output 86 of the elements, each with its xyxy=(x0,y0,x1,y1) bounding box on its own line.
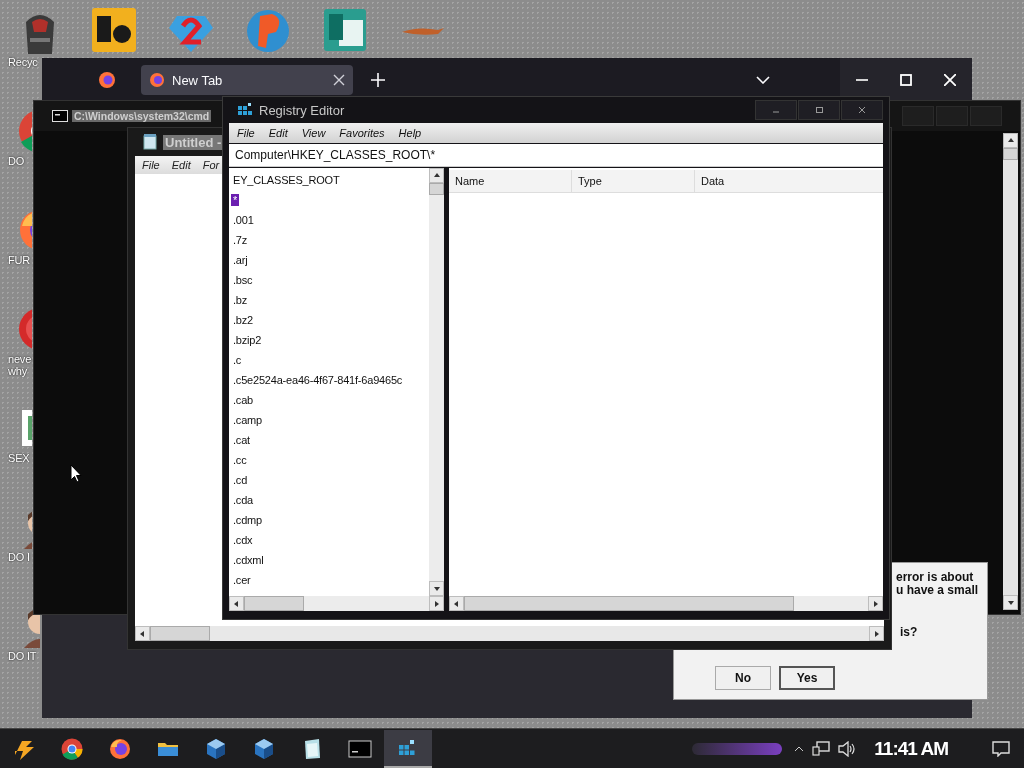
tree-item[interactable]: .bz2 xyxy=(231,314,255,326)
registry-icon xyxy=(237,102,253,118)
tree-item[interactable]: .cdmp xyxy=(231,514,264,526)
scrollbar[interactable] xyxy=(229,596,444,611)
tree-item[interactable]: .cdx xyxy=(231,534,255,546)
chrome-icon xyxy=(60,737,84,761)
tree-item[interactable]: .cer xyxy=(231,574,253,586)
notification-icon[interactable] xyxy=(992,741,1010,757)
tree-item[interactable]: .camp xyxy=(231,414,264,426)
cube-icon xyxy=(252,737,276,761)
menu-item[interactable]: Help xyxy=(398,127,422,139)
dialog-message: error is about xyxy=(896,571,975,584)
dialog-message: is? xyxy=(899,626,919,639)
tree-item[interactable]: .cda xyxy=(231,494,255,506)
scrollbar[interactable] xyxy=(449,596,883,611)
scroll-thumb[interactable] xyxy=(244,596,304,611)
scroll-arrow-button[interactable] xyxy=(1003,595,1018,610)
tree-item[interactable]: .cat xyxy=(231,434,252,446)
tree-item[interactable]: * xyxy=(231,194,240,206)
close-icon[interactable] xyxy=(333,74,345,86)
mouse-pointer-icon xyxy=(70,464,82,483)
app-icon[interactable] xyxy=(90,6,138,54)
firefox-icon[interactable] xyxy=(98,71,116,89)
console-icon xyxy=(348,737,372,761)
firefox-icon xyxy=(108,737,132,761)
tree-item[interactable]: .cab xyxy=(231,394,255,406)
maximize-icon xyxy=(814,106,824,114)
tree-item[interactable]: .cd xyxy=(231,474,250,486)
tree-item[interactable]: .bz xyxy=(231,294,250,306)
menu-item[interactable]: View xyxy=(301,127,326,139)
tree-item[interactable]: .c5e2524a-ea46-4f67-841f-6a9465c xyxy=(231,374,405,386)
scroll-arrow-button[interactable] xyxy=(135,626,150,641)
clock[interactable]: 11:41 AM xyxy=(874,738,948,760)
volume-icon[interactable] xyxy=(838,741,857,757)
tree-item[interactable]: .7z xyxy=(231,234,250,246)
tree-item[interactable]: .arj xyxy=(231,254,250,266)
scroll-arrow-button[interactable] xyxy=(229,596,244,611)
dialog-button[interactable]: Yes xyxy=(779,666,835,690)
cube-icon xyxy=(204,737,228,761)
firefox-icon xyxy=(149,72,165,88)
menu-item[interactable]: Edit xyxy=(171,159,191,171)
scroll-arrow-button[interactable] xyxy=(868,596,883,611)
menu-item[interactable]: For xyxy=(202,159,220,171)
column-header[interactable]: Type xyxy=(572,170,695,192)
dialog-button[interactable]: No xyxy=(715,666,771,690)
window-title: C:\Windows\system32\cmd xyxy=(72,110,212,122)
scroll-arrow-button[interactable] xyxy=(429,581,444,596)
scrollbar[interactable] xyxy=(135,626,884,641)
network-icon[interactable] xyxy=(812,741,831,757)
column-header[interactable]: Data xyxy=(695,170,883,192)
window-title: Untitled - xyxy=(163,134,224,150)
tree-item[interactable]: .001 xyxy=(231,214,256,226)
scroll-thumb[interactable] xyxy=(1003,148,1018,160)
scrollbar[interactable] xyxy=(429,168,444,596)
chevron-up-icon[interactable] xyxy=(794,746,805,752)
console-icon xyxy=(52,110,68,122)
scroll-arrow-button[interactable] xyxy=(1003,133,1018,148)
window-title: Registry Editor xyxy=(259,102,345,118)
scroll-arrow-button[interactable] xyxy=(869,626,884,641)
menu-item[interactable]: File xyxy=(142,159,160,171)
scroll-arrow-button[interactable] xyxy=(429,168,444,183)
scroll-arrow-button[interactable] xyxy=(429,596,444,611)
menu-item[interactable]: File xyxy=(237,127,255,139)
maximize-button[interactable] xyxy=(798,100,840,120)
column-header[interactable]: Name xyxy=(449,170,572,192)
browser-tab[interactable]: New Tab xyxy=(141,65,353,95)
tree-item[interactable]: .cdxml xyxy=(231,554,266,566)
tree-item[interactable]: .c xyxy=(231,354,244,366)
new-tab-icon[interactable] xyxy=(371,73,385,87)
scrollbar[interactable] xyxy=(1003,133,1018,610)
dialog-message: u have a small xyxy=(896,584,980,597)
scroll-thumb[interactable] xyxy=(429,183,444,195)
notepad-icon xyxy=(143,134,157,150)
scroll-thumb[interactable] xyxy=(464,596,794,611)
tree-item[interactable]: EY_CLASSES_ROOT xyxy=(231,174,342,186)
tree-item[interactable]: .bsc xyxy=(231,274,255,286)
tree-item[interactable]: .cc xyxy=(231,454,249,466)
app-icon[interactable] xyxy=(321,6,369,54)
scroll-arrow-button[interactable] xyxy=(449,596,464,611)
tree-item[interactable]: .bzip2 xyxy=(231,334,264,346)
menu-item[interactable]: Favorites xyxy=(339,127,385,139)
close-icon xyxy=(857,106,867,114)
menu-item[interactable]: Edit xyxy=(268,127,288,139)
scroll-thumb[interactable] xyxy=(150,626,210,641)
chevron-down-icon[interactable] xyxy=(756,76,770,84)
address-field[interactable]: Computer\HKEY_CLASSES_ROOT\* xyxy=(229,144,883,167)
